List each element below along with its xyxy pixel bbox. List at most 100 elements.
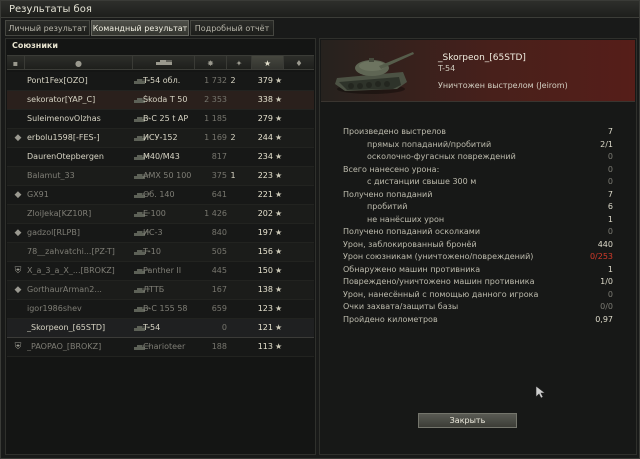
damage-value: 167 [211,285,227,294]
player-name: 78__zahvatchi...[PZ-T] [27,247,115,256]
stat-label: Получено попаданий [343,189,433,199]
table-row[interactable]: Pont1Fex[OZO] T-54 обл. 1 732 2 379 ★ [7,72,314,91]
stat-label: пробитий [367,202,408,211]
stat-label: Произведено выстрелов [343,127,447,136]
table-row[interactable]: DaurenOtepbergen M40/M43 817 234 ★ [7,148,314,167]
damage-value: 817 [211,152,227,161]
table-row[interactable]: ⛨ X_a_3_a_X_...[BROKZ] Panther II 445 150 ★ [7,262,314,281]
stat-value: 0 [607,152,613,161]
table-row[interactable]: Balamut_33 AMX 50 100 375 1 223 ★ [7,167,314,186]
table-row[interactable]: ◆ GX91 Об. 140 641 221 ★ [7,186,314,205]
star-icon: ★ [275,76,283,85]
sort-tank-button[interactable] [133,56,195,69]
damage-value: 445 [211,266,227,275]
damage-value: 0 [221,323,227,332]
stat-label: осколочно-фугасных повреждений [367,152,516,161]
vehicle-name: В-С 155 58 [143,304,188,313]
clan-badge-icon [13,171,23,181]
sort-kills-button[interactable]: ✦ [227,56,252,69]
clan-badge-icon: ⛨ [14,266,22,276]
stat-value: 0/0 [600,302,613,311]
clan-badge-icon: ◆ [14,228,22,238]
star-icon: ★ [275,285,283,294]
player-name: _Skorpeon_[65STD] [27,323,106,332]
player-name: Balamut_33 [27,171,75,180]
medal-icon: ♦ [295,59,303,68]
vehicle-name: ИС-3 [143,228,163,237]
vehicle-name: Škoda T 50 [143,95,188,104]
kills-value: 2 [230,76,236,85]
allies-panel: Союзники ▪ ● ✸ ✦ ★ ♦ Pont1Fex[OZO] T-54 о… [5,38,316,455]
experience-value: 123 [257,304,273,313]
experience-value: 197 [257,228,273,237]
stat-value: 7 [607,189,613,199]
vehicle-name: M40/M43 [143,152,180,161]
player-name: _PAOPAO_[BROKZ] [27,342,102,351]
experience-value: 138 [257,285,273,294]
clan-badge-icon [13,95,23,105]
stat-value: 0,97 [595,314,613,324]
stat-label: Очки захвата/защиты базы [343,302,459,311]
table-row[interactable]: igor1986shev В-С 155 58 659 123 ★ [7,300,314,319]
player-detail-panel: _Skorpeon_[65STD] T-54 Уничтожен выстрел… [319,38,637,455]
sort-flag-button[interactable]: ▪ [7,56,25,69]
stat-value: 440 [597,239,613,249]
experience-value: 234 [257,152,273,161]
table-row[interactable]: ZloiJeka[KZ10R] E 100 1 426 202 ★ [7,205,314,224]
stat-label: Всего нанесено урона: [343,164,440,174]
player-tank: T-54 [438,64,456,73]
vehicle-name: Charioteer [143,342,186,351]
star-icon: ★ [275,95,283,104]
player-name: erbolu1598[-FES-] [27,133,100,142]
table-row[interactable]: sekorator[YAP_C] Škoda T 50 2 353 338 ★ [7,91,314,110]
stat-row: Урон союзникам (уничтожено/повреждений) 0… [321,252,635,264]
damage-value: 2 353 [204,95,227,104]
sort-experience-button[interactable]: ★ [252,56,284,69]
death-status: Уничтожен выстрелом (Jeirom) [438,81,568,90]
stat-label: Урон союзникам (уничтожено/повреждений) [343,252,534,261]
close-button[interactable]: Закрыть [418,413,517,428]
vehicle-name: Об. 140 [143,190,175,199]
stat-value: 2/1 [600,139,613,149]
table-row[interactable]: ◆ erbolu1598[-FES-] ИСУ-152 1 169 2 244 ★ [7,129,314,148]
experience-value: 244 [257,133,273,142]
sort-medal-button[interactable]: ♦ [284,56,314,69]
table-row[interactable]: _Skorpeon_[65STD] T-54 0 121 ★ [7,319,314,338]
stat-value: 7 [607,127,613,136]
experience-value: 121 [257,323,273,332]
star-icon: ★ [275,152,283,161]
stat-label: с дистанции свыше 300 м [367,177,477,186]
table-row[interactable]: ◆ gadzol[RLPB] ИС-3 840 197 ★ [7,224,314,243]
table-row[interactable]: 78__zahvatchi...[PZ-T] Т-10 505 156 ★ [7,243,314,262]
tab-detailed-report[interactable]: Подробный отчёт [190,20,274,36]
kills-value: 2 [230,133,236,142]
stat-value: 1 [607,264,613,274]
star-icon: ★ [275,323,283,332]
stat-label: не нанёсших урон [367,214,445,224]
stat-row: прямых попаданий/пробитий 2/1 [321,140,635,152]
stat-row: осколочно-фугасных повреждений 0 [321,152,635,164]
clan-badge-icon [13,323,23,333]
star-icon: ★ [275,342,283,351]
stat-row: Урон, заблокированный бронёй 440 [321,240,635,252]
player-name: gadzol[RLPB] [27,228,80,237]
experience-value: 150 [257,266,273,275]
sort-player-button[interactable]: ● [25,56,133,69]
damage-value: 505 [211,247,227,256]
damage-value: 1 185 [204,114,227,123]
stat-value: 0 [607,164,613,174]
player-name: _Skorpeon_[65STD] [438,53,526,63]
tab-personal-result[interactable]: Личный результат [5,20,90,36]
table-row[interactable]: SuleimenovOlzhas В-С 25 t AP 1 185 279 ★ [7,110,314,129]
stat-label: Урон, заблокированный бронёй [343,239,477,249]
table-row[interactable]: ◆ GorthaurArman2... ЛТТБ 167 138 ★ [7,281,314,300]
experience-value: 279 [257,114,273,123]
player-header: _Skorpeon_[65STD] T-54 Уничтожен выстрел… [321,40,635,102]
tab-team-result[interactable]: Командный результат [91,20,189,36]
table-row[interactable]: ⛨ _PAOPAO_[BROKZ] Charioteer 188 113 ★ [7,338,314,357]
damage-value: 1 426 [204,209,227,218]
star-icon: ★ [275,114,283,123]
star-icon: ★ [275,266,283,275]
sort-damage-button[interactable]: ✸ [195,56,227,69]
player-name: GX91 [27,190,49,199]
